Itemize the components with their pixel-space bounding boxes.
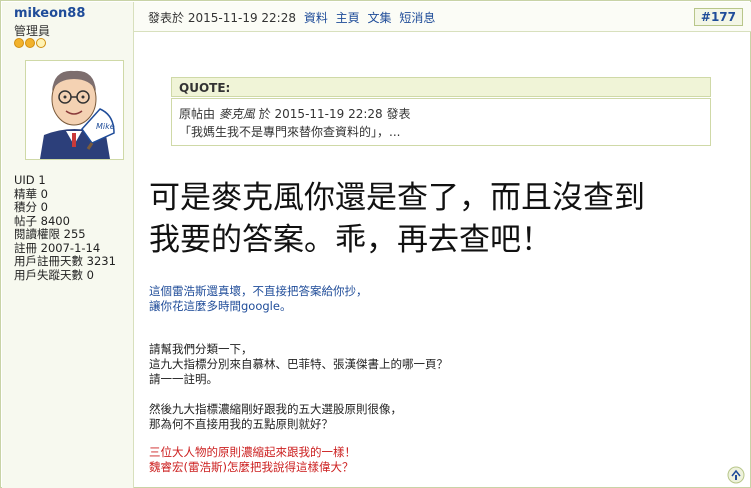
stat-read-permission: 閱讀權限 255	[14, 227, 86, 241]
quote-prefix: 原帖由	[179, 107, 216, 121]
username-link[interactable]: mikeon88	[14, 6, 85, 21]
quote-datetime: 2015-11-19 22:28	[274, 107, 383, 121]
back-to-top-icon[interactable]	[727, 466, 745, 484]
body-line-2: 這九大指標分別來自慕林、巴菲特、張漢傑書上的哪一頁？	[149, 357, 448, 371]
avatar-illustration: Mike	[26, 61, 123, 159]
post-meta-bar: 發表於 2015-11-19 22:28 資料 主頁 文集 短消息 #177	[134, 2, 751, 32]
articles-link[interactable]: 文集	[368, 11, 392, 25]
quote-suffix: 發表	[386, 107, 411, 121]
profile-link[interactable]: 資料	[304, 11, 328, 25]
headline-line-1: 可是麥克風你還是查了，而且沒查到	[149, 180, 645, 216]
quote-line-2: 「我媽生我不是專門來替你查資料的」，...	[179, 125, 401, 139]
stat-points: 積分 0	[14, 200, 48, 214]
quote-author: 麥克風	[218, 107, 255, 121]
star-icon	[14, 38, 24, 48]
body-line-1: 請幫我們分類一下，	[149, 342, 253, 356]
quote-header: QUOTE:	[171, 77, 711, 97]
user-stats: UID 1 精華 0 積分 0 帖子 8400 閱讀權限 255 註冊 2007…	[14, 173, 116, 282]
quote-body: 原帖由 麥克風 於 2015-11-19 22:28 發表 「我媽生我不是專門來…	[171, 98, 711, 146]
stat-uid: UID 1	[14, 173, 46, 187]
posted-prefix: 發表於	[148, 11, 185, 25]
body-line-4: 然後九大指標濃縮剛好跟我的五大選股原則很像，	[149, 402, 402, 416]
forum-post: mikeon88 管理員 Mike UID 1 精華 0 積分 0 帖子 840…	[0, 0, 751, 488]
headline-line-2: 我要的答案。乖，再去查吧！	[149, 222, 552, 258]
quote-title: QUOTE:	[179, 81, 231, 95]
post-headline: 可是麥克風你還是查了，而且沒查到 我要的答案。乖，再去查吧！	[149, 177, 749, 261]
homepage-link[interactable]: 主頁	[336, 11, 360, 25]
star-icon	[25, 38, 35, 48]
blue-line-1: 這個雷浩斯還真壞，不直接把答案給你抄，	[149, 284, 368, 298]
body-line-5: 那為何不直接用我的五點原則就好？	[149, 417, 333, 431]
red-line-2: 魏睿宏(雷浩斯)怎麼把我說得這樣偉大？	[149, 460, 354, 474]
avatar: Mike	[25, 60, 124, 160]
post-number-link[interactable]: #177	[693, 8, 743, 26]
post-datetime: 2015-11-19 22:28	[187, 11, 296, 25]
user-sidebar: mikeon88 管理員 Mike UID 1 精華 0 積分 0 帖子 840…	[2, 2, 134, 488]
quote-middle: 於	[258, 107, 271, 121]
red-line-1: 三位大人物的原則濃縮起來跟我的一樣！	[149, 445, 356, 459]
post-content-area: 發表於 2015-11-19 22:28 資料 主頁 文集 短消息 #177 Q…	[134, 2, 751, 488]
post-meta: 發表於 2015-11-19 22:28 資料 主頁 文集 短消息	[148, 9, 435, 26]
user-rank: 管理員	[14, 24, 51, 38]
blue-line-2: 讓你花這麼多時間google。	[149, 299, 292, 313]
stat-digest: 精華 0	[14, 186, 48, 201]
star-icon	[36, 38, 46, 48]
body-line-3: 請一一註明。	[149, 372, 218, 386]
stat-missing-days: 用戶失蹤天數 0	[14, 267, 94, 282]
avatar-fan-text: Mike	[96, 122, 115, 131]
stat-posts: 帖子 8400	[14, 213, 70, 228]
message-link[interactable]: 短消息	[399, 11, 435, 25]
quote-line-1: 原帖由 麥克風 於 2015-11-19 22:28 發表	[179, 105, 411, 122]
rank-stars	[14, 38, 46, 48]
stat-registered-days: 用戶註冊天數 3231	[14, 254, 116, 268]
stat-registered: 註冊 2007-1-14	[14, 240, 101, 255]
